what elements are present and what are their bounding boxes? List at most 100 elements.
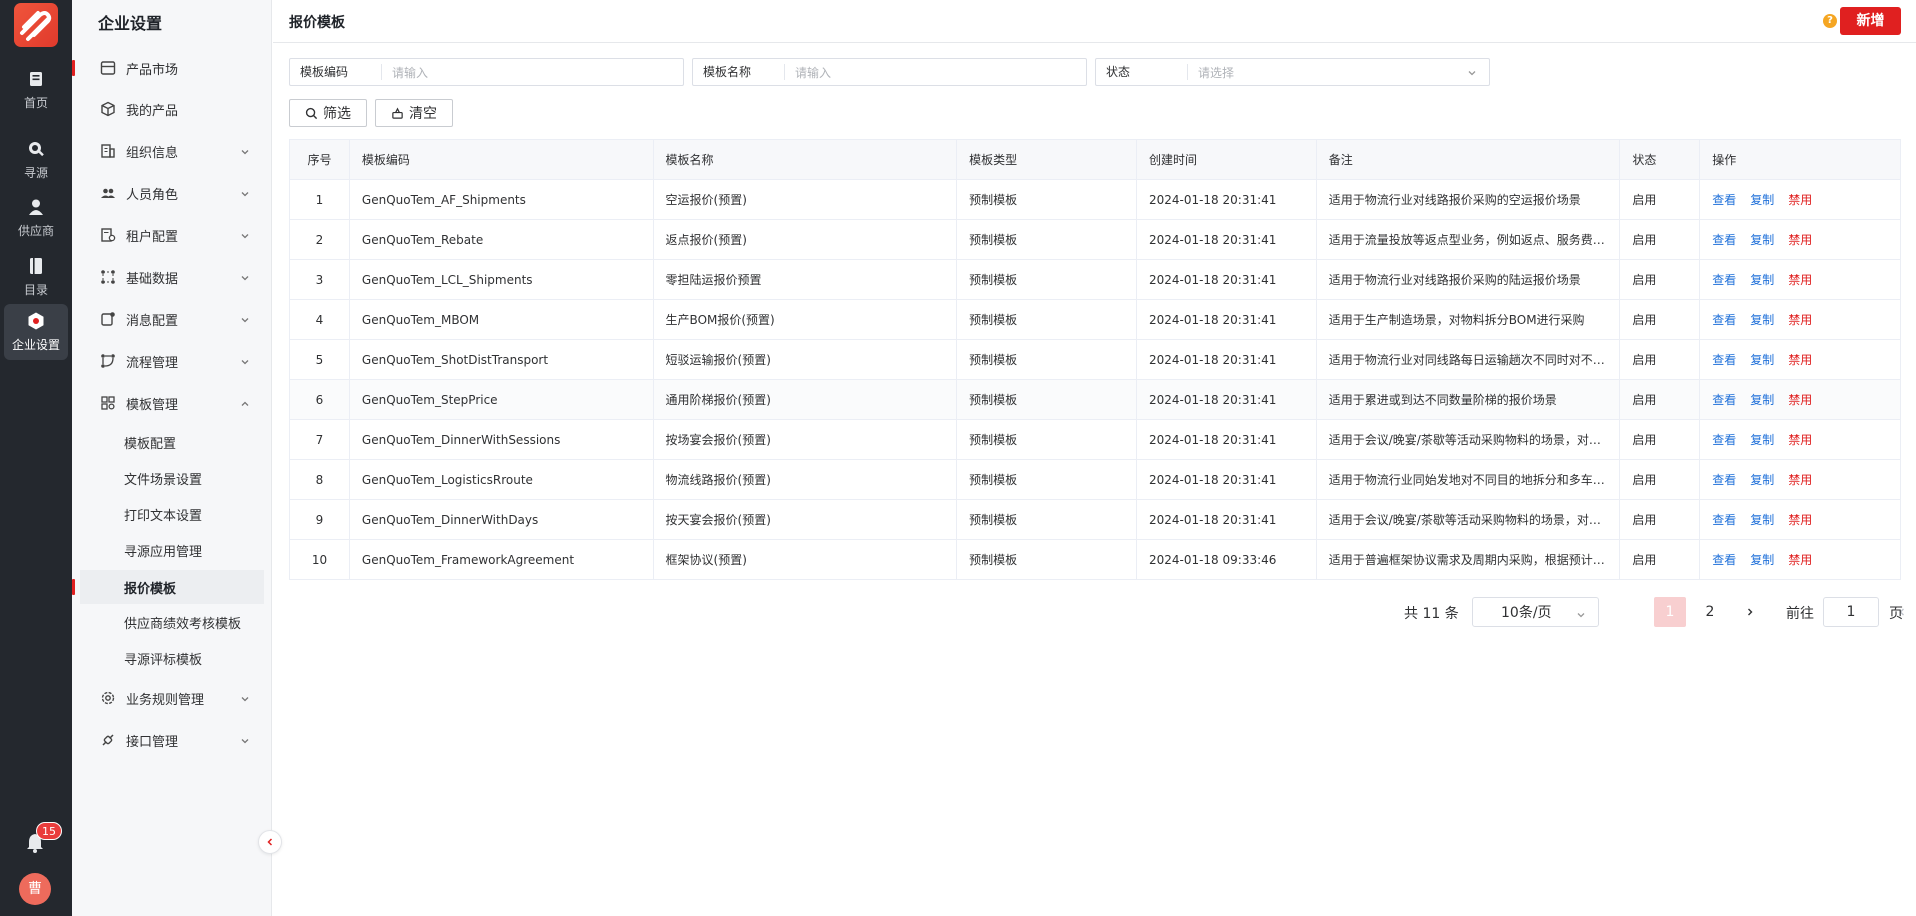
filter-template-name[interactable]: 模板名称 请输入 [692, 58, 1087, 86]
disable-link[interactable]: 禁用 [1788, 191, 1812, 208]
cell-actions: 查看 复制 禁用 [1700, 500, 1900, 539]
disable-link[interactable]: 禁用 [1788, 311, 1812, 328]
cell-no: 5 [290, 340, 350, 379]
table-row: 9 GenQuoTem_DinnerWithDays 按天宴会报价(预置) 预制模板 2… [290, 500, 1900, 540]
view-link[interactable]: 查看 [1712, 271, 1736, 288]
table-row: 4 GenQuoTem_MBOM 生产BOM报价(预置) 预制模板 2024-01-18… [290, 300, 1900, 340]
cell-no: 6 [290, 380, 350, 419]
sidebar-item-message-config[interactable]: 消息配置 [80, 301, 264, 337]
copy-link[interactable]: 复制 [1750, 191, 1774, 208]
cell-type: 预制模板 [957, 460, 1137, 499]
copy-link[interactable]: 复制 [1750, 471, 1774, 488]
sidebar-item-base-data[interactable]: 基础数据 [80, 259, 264, 295]
table-row: 7 GenQuoTem_DinnerWithSessions 按场宴会报价(预置) 预… [290, 420, 1900, 460]
add-button[interactable]: 新增 [1840, 7, 1901, 35]
page-size-select[interactable]: 10条/页 [1472, 597, 1599, 627]
copy-link[interactable]: 复制 [1750, 311, 1774, 328]
sidebar-subitem-print-text[interactable]: 打印文本设置 [80, 497, 264, 531]
rail-item-sourcing[interactable]: 寻源 [4, 132, 68, 188]
cell-status: 启用 [1620, 220, 1701, 259]
goto-page-input[interactable] [1823, 597, 1879, 627]
disable-link[interactable]: 禁用 [1788, 391, 1812, 408]
sidebar-item-org-info[interactable]: 组织信息 [80, 133, 264, 169]
template-code-input[interactable]: 请输入 [382, 64, 683, 81]
cell-text: 启用 [1632, 393, 1657, 407]
sidebar-subitem-bid-evaluation[interactable]: 寻源评标模板 [80, 641, 264, 675]
view-link[interactable]: 查看 [1712, 471, 1736, 488]
copy-link[interactable]: 复制 [1750, 551, 1774, 568]
tenant-icon [100, 227, 116, 243]
rail-item-catalog[interactable]: 目录 [4, 249, 68, 305]
rail-item-enterprise-settings[interactable]: 企业设置 [4, 304, 68, 360]
clear-button[interactable]: 清空 [375, 99, 453, 127]
view-link[interactable]: 查看 [1712, 391, 1736, 408]
rail-item-supplier[interactable]: 供应商 [4, 190, 68, 246]
disable-link[interactable]: 禁用 [1788, 351, 1812, 368]
view-link[interactable]: 查看 [1712, 431, 1736, 448]
cell-type: 预制模板 [957, 260, 1137, 299]
help-icon[interactable]: ? [1823, 14, 1837, 28]
sidebar-subitem-sourcing-app[interactable]: 寻源应用管理 [80, 533, 264, 567]
view-link[interactable]: 查看 [1712, 551, 1736, 568]
copy-link[interactable]: 复制 [1750, 231, 1774, 248]
chevron-down-icon [240, 314, 250, 324]
page-number-2[interactable]: 2 [1694, 597, 1726, 627]
sidebar-subitem-template-config[interactable]: 模板配置 [80, 425, 264, 459]
filter-button[interactable]: 筛选 [289, 99, 367, 127]
column-header: 模板名称 [654, 140, 958, 179]
template-name-input[interactable]: 请输入 [785, 64, 1086, 81]
page-number-1[interactable]: 1 [1654, 597, 1686, 627]
sidebar-subitem-quote-template[interactable]: 报价模板 [72, 570, 264, 604]
cell-text: 预制模板 [969, 233, 1018, 247]
column-header: 操作 [1712, 153, 1737, 167]
copy-link[interactable]: 复制 [1750, 511, 1774, 528]
view-link[interactable]: 查看 [1712, 351, 1736, 368]
copy-link[interactable]: 复制 [1750, 351, 1774, 368]
cell-code: GenQuoTem_Rebate [350, 220, 654, 259]
status-select[interactable]: 请选择 [1188, 64, 1489, 81]
quote-template-table: 序号 模板编码 模板名称 模板类型 创建时间 备注 状态 操作 1 GenQuoT… [289, 139, 1901, 580]
rail-item-label: 首页 [23, 96, 48, 110]
sidebar-subitem-file-scene[interactable]: 文件场景设置 [80, 461, 264, 495]
cell-text: GenQuoTem_FrameworkAgreement [361, 552, 575, 567]
view-link[interactable]: 查看 [1712, 311, 1736, 328]
disable-link[interactable]: 禁用 [1788, 271, 1812, 288]
view-link[interactable]: 查看 [1712, 231, 1736, 248]
cell-text: GenQuoTem_LogisticsRroute [361, 472, 533, 487]
disable-link[interactable]: 禁用 [1788, 471, 1812, 488]
copy-link[interactable]: 复制 [1750, 431, 1774, 448]
sidebar-item-label: 业务规则管理 [126, 692, 205, 708]
disable-link[interactable]: 禁用 [1788, 551, 1812, 568]
disable-link[interactable]: 禁用 [1788, 231, 1812, 248]
sidebar-item-process-management[interactable]: 流程管理 [80, 343, 264, 379]
view-link[interactable]: 查看 [1712, 191, 1736, 208]
sidebar-item-api-management[interactable]: 接口管理 [80, 722, 264, 758]
rail-item-home[interactable]: 首页 [4, 62, 68, 118]
sidebar-item-roles[interactable]: 人员角色 [80, 175, 264, 211]
sidebar-item-product-market[interactable]: 产品市场 [72, 50, 264, 86]
cell-no: 2 [290, 220, 350, 259]
sidebar-item-tenant-config[interactable]: 租户配置 [80, 217, 264, 253]
copy-link[interactable]: 复制 [1750, 391, 1774, 408]
cell-type: 预制模板 [957, 540, 1137, 579]
cell-text: 2024-01-18 20:31:41 [1148, 472, 1277, 487]
filter-label: 状态 [1096, 64, 1188, 80]
cell-no: 9 [290, 500, 350, 539]
disable-link[interactable]: 禁用 [1788, 431, 1812, 448]
avatar[interactable]: 曹 [19, 873, 51, 905]
app-logo[interactable] [14, 3, 58, 47]
sidebar-title: 企业设置 [98, 14, 163, 33]
filter-template-code[interactable]: 模板编码 请输入 [289, 58, 684, 86]
sidebar-item-my-products[interactable]: 我的产品 [80, 91, 264, 127]
view-link[interactable]: 查看 [1712, 511, 1736, 528]
next-page-button[interactable] [1735, 597, 1765, 627]
cell-text: 预制模板 [969, 313, 1018, 327]
sidebar-item-template-management[interactable]: 模板管理 [80, 385, 264, 421]
sidebar-item-business-rules[interactable]: 业务规则管理 [80, 680, 264, 716]
cell-text: 启用 [1632, 353, 1657, 367]
sidebar-subitem-supplier-performance[interactable]: 供应商绩效考核模板 [80, 605, 264, 639]
disable-link[interactable]: 禁用 [1788, 511, 1812, 528]
filter-status[interactable]: 状态 请选择 [1095, 58, 1490, 86]
copy-link[interactable]: 复制 [1750, 271, 1774, 288]
cell-text: 7 [315, 432, 324, 447]
